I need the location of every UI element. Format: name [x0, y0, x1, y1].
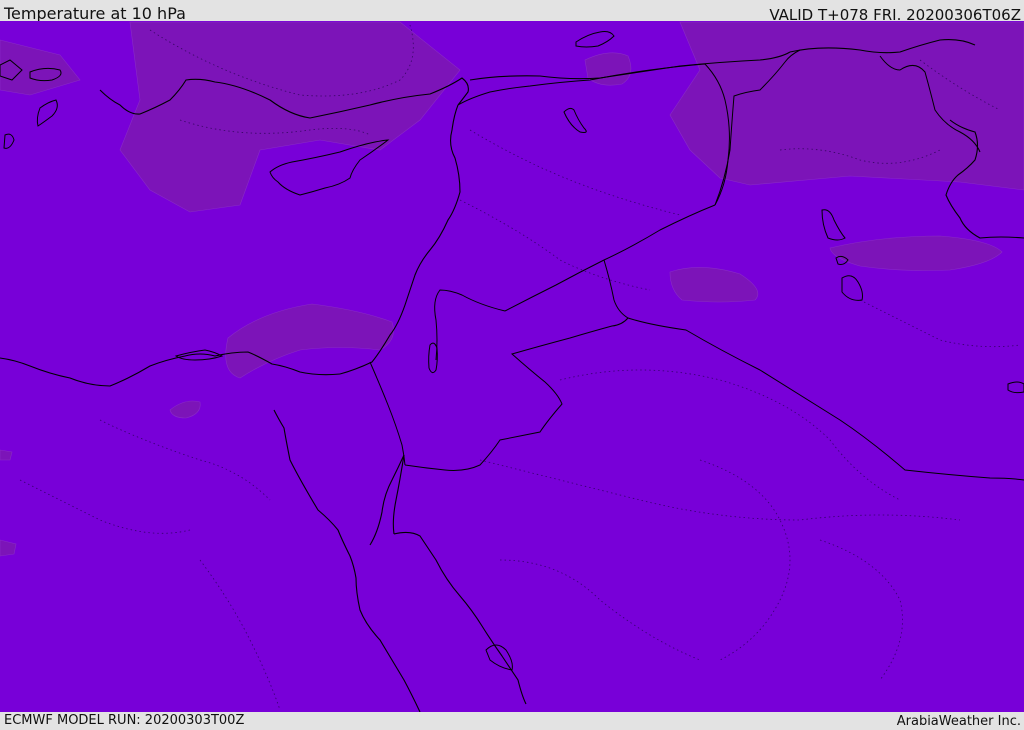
temperature-map: [0, 21, 1024, 712]
map-header: Temperature at 10 hPa VALID T+078 FRI. 2…: [0, 0, 1024, 24]
weather-map-page: Temperature at 10 hPa VALID T+078 FRI. 2…: [0, 0, 1024, 729]
model-run-label: ECMWF MODEL RUN: 20200303T00Z: [4, 713, 245, 728]
provider-credit: ArabiaWeather Inc.: [896, 714, 1021, 729]
warm-patch-caspian: [584, 52, 632, 86]
map-canvas: [0, 21, 1024, 712]
warm-patch-west-edge: [0, 449, 13, 461]
map-footer: ECMWF MODEL RUN: 20200303T00Z ArabiaWeat…: [0, 712, 1024, 729]
